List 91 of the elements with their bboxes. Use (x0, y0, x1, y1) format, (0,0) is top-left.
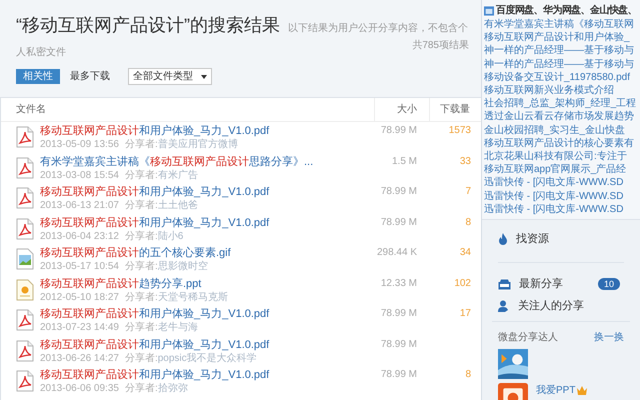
download-count: 102 (454, 278, 471, 288)
image-file-icon (16, 248, 34, 270)
share-date: 2013-03-08 15:54 (40, 168, 119, 182)
search-note: 以下结果为用户公开分享内容，不包含个 (288, 22, 468, 36)
sharer-info: 分享者:天堂号稀马克斯 (124, 290, 228, 304)
download-count: 8 (465, 369, 471, 380)
file-size: 78.99 M (380, 216, 418, 230)
sidebar-link[interactable]: 北京花果山科技有限公司:专注于 (484, 150, 627, 164)
sidebar-link[interactable]: 透过金山云看云存储市场发展趋势 (484, 110, 634, 124)
folder-icon (484, 6, 494, 16)
download-count: 1573 (448, 125, 471, 136)
sidebar-link[interactable]: 有米学堂嘉宾主讲稿《移动互联网 (484, 18, 634, 32)
download-count: 7 (465, 186, 471, 197)
file-size: 298.44 K (376, 246, 418, 260)
file-link[interactable]: 移动互联网产品设计和用户体验_马力_V1.0.pdf (40, 124, 374, 138)
nav-link[interactable]: 最新分享 (519, 276, 563, 292)
nav-link[interactable]: 关注人的分享 (518, 298, 584, 314)
download-count: 34 (460, 247, 471, 258)
file-link[interactable]: 移动互联网产品设计的五个核心要素.gif (40, 246, 374, 260)
pdf-file-icon (16, 187, 34, 209)
column-header: 下载量 (429, 98, 481, 121)
nav-link[interactable]: 找资源 (516, 230, 549, 248)
sharer-info: 分享者:老牛与海 (124, 321, 198, 334)
flame-icon (498, 233, 508, 246)
sidebar-link[interactable]: 神一样的产品经理——基于移动与 (484, 44, 634, 58)
file-link[interactable]: 有米学堂嘉宾主讲稿《移动互联网产品设计思路分享》... (40, 154, 374, 168)
sidebar-link[interactable]: 移动互联网产品设计的核心要素有 (484, 136, 634, 150)
file-size: 78.99 M (380, 185, 418, 199)
sidebar-link[interactable]: 金山校园招聘_实习生_金山快盘 (484, 124, 626, 137)
download-count: 33 (460, 156, 471, 166)
inbox-icon (498, 278, 511, 290)
sharer-info: 分享者:普美应用官方微博 (124, 138, 238, 151)
sort-tab[interactable]: 相关性 (16, 69, 60, 84)
pdf-file-icon (16, 126, 34, 148)
sharer-info: 分享者:思影微时空 (124, 260, 208, 273)
column-header: 大小 (374, 98, 429, 121)
person-icon (498, 300, 510, 312)
file-link[interactable]: 移动互联网产品设计和用户体验_马力_V1.0.pdf (40, 338, 374, 352)
file-size: 78.99 M (380, 124, 418, 138)
share-date: 2013-05-09 13:56 (40, 138, 119, 151)
download-count: 8 (465, 216, 471, 228)
page-title: “移动互联网产品设计”的搜索结果 (16, 14, 280, 37)
sidebar-link[interactable]: 移动互联网app官网展示_产品经 (484, 163, 626, 176)
download-count: 17 (460, 308, 471, 319)
shuffle-link[interactable]: 换一换 (594, 330, 624, 346)
sidebar-link[interactable]: 迅雷快传 - [闪电文库-WWW.SD (484, 190, 624, 203)
pdf-file-icon (16, 309, 34, 331)
count-badge: 10 (598, 278, 620, 290)
sidebar-link[interactable]: 神一样的产品经理——基于移动与 (484, 58, 634, 71)
file-size: 78.99 M (380, 338, 418, 352)
file-size: 1.5 M (390, 154, 418, 168)
sidebar-heading: 百度网盘、华为网盘、金山快盘、 (496, 3, 638, 18)
sharer-info: 分享者:有米广告 (124, 168, 198, 182)
share-date: 2013-05-17 10:54 (40, 260, 119, 273)
file-link[interactable]: 移动互联网产品设计和用户体验_马力_V1.0.pdf (40, 307, 374, 321)
share-date: 2013-06-06 09:35 (40, 382, 119, 395)
dropdown-arrow-icon (201, 74, 207, 78)
sidebar-link[interactable]: 迅雷快传 - [闪电文库-WWW.SD (484, 176, 624, 190)
share-date: 2013-06-04 23:12 (40, 230, 119, 242)
sidebar-link[interactable]: 移动互联网产品设计和用户体验_ (484, 31, 630, 44)
file-type-dropdown[interactable]: 全部文件类型 (128, 68, 212, 85)
file-link[interactable]: 移动互联网产品设计和用户体验_马力_V1.0.pdf (40, 216, 374, 230)
section-title: 微盘分享达人 (498, 330, 558, 346)
sharer-info: 分享者:popsic我不是大众科学 (124, 352, 257, 364)
sidebar-link[interactable]: 移动互联网新兴业务模式介绍 (484, 84, 614, 98)
presentation-file-icon (16, 278, 34, 300)
sharer-info: 分享者:陆小6 (124, 230, 184, 242)
sort-tab[interactable]: 最多下载 (68, 69, 112, 84)
sharer-info: 分享者:拾弥弥 (124, 382, 188, 395)
sidebar-link[interactable]: 迅雷快传 - [闪电文库-WWW.SD (484, 202, 624, 216)
sharer-info: 分享者:土土他爸 (124, 199, 198, 212)
pdf-file-icon (16, 218, 34, 240)
share-date: 2013-06-26 14:27 (40, 352, 119, 364)
pdf-file-icon (16, 340, 34, 362)
file-size: 78.99 M (380, 307, 418, 321)
pdf-file-icon (16, 156, 34, 178)
expert-name[interactable]: 我爱PPT (536, 383, 576, 398)
result-count: 共785项结果 (412, 38, 469, 53)
search-note: 人私密文件 (16, 46, 66, 60)
sidebar-link[interactable]: 移动设备交互设计_11978580.pdf (484, 70, 630, 84)
sidebar-link[interactable]: 社会招聘_总监_架构师_经理_工程 (484, 97, 636, 110)
file-link[interactable]: 移动互联网产品设计和用户体验_马力_V1.0.pdf (40, 185, 374, 199)
pdf-file-icon (16, 370, 34, 392)
file-size: 12.33 M (380, 276, 418, 290)
share-date: 2013-06-13 21:07 (40, 199, 119, 212)
file-size: 78.99 M (380, 368, 418, 382)
column-header: 文件名 (15, 102, 47, 117)
file-link[interactable]: 移动互联网产品设计和用户体验_马力_V1.0.pdf (40, 368, 374, 382)
share-date: 2012-05-10 18:27 (40, 290, 119, 304)
file-link[interactable]: 移动互联网产品设计趋势分享.ppt (40, 276, 374, 290)
share-date: 2013-07-23 14:49 (40, 321, 119, 334)
